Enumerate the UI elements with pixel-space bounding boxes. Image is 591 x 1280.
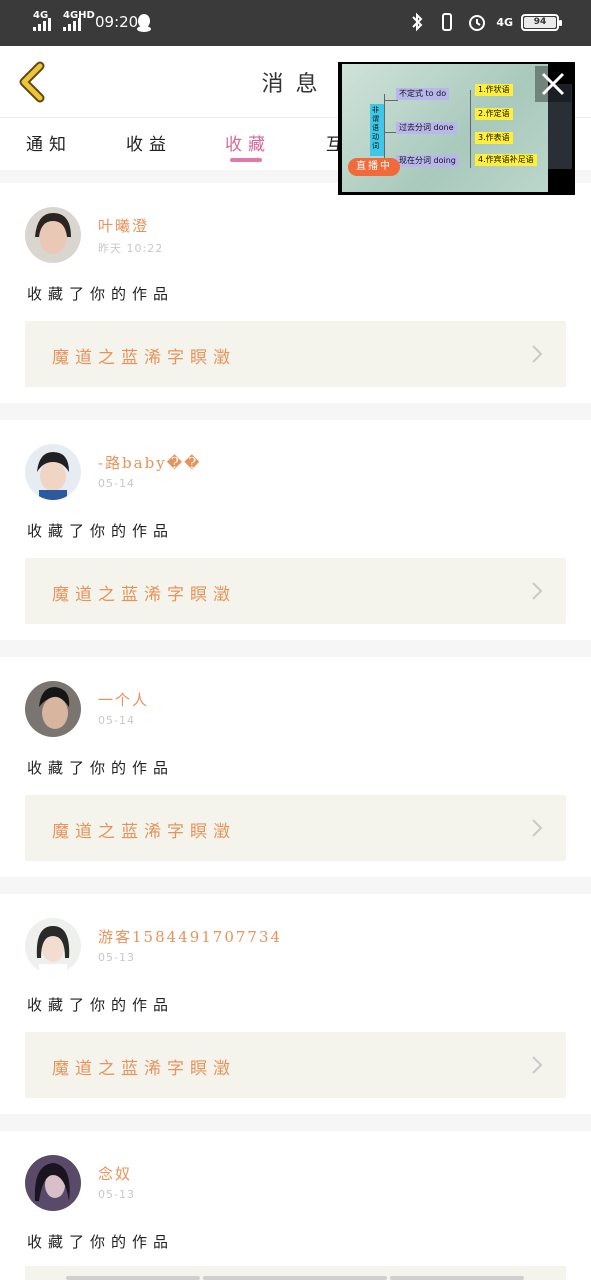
close-icon: [541, 72, 565, 96]
username[interactable]: 叶曦澄: [98, 215, 149, 236]
battery-icon: 94: [521, 13, 562, 31]
timestamp: 05-14: [98, 714, 135, 727]
signal-icon: [33, 17, 51, 31]
live-badge: 直播中: [348, 158, 400, 176]
tab-favorites[interactable]: 收藏: [225, 130, 271, 155]
chevron-right-icon: [532, 582, 543, 600]
diagram-box: 不定式 to do: [396, 88, 450, 100]
work-title: 魔道之蓝浠字瞑澂: [52, 1059, 236, 1079]
chevron-right-icon: [532, 819, 543, 837]
work-title: 魔道之蓝浠字瞑澂: [52, 348, 236, 368]
timestamp: 05-14: [98, 477, 135, 490]
work-title: 魔道之蓝浠字瞑澂: [52, 585, 236, 605]
tab-earnings[interactable]: 收益: [126, 130, 172, 155]
work-card[interactable]: 魔道之蓝浠字瞑澂: [25, 321, 566, 387]
username[interactable]: 游客1584491707734: [98, 926, 282, 947]
list-item[interactable]: 念奴 05-13 收藏了你的作品: [0, 1131, 591, 1280]
signal-icon: [63, 17, 81, 31]
action-text: 收藏了你的作品: [27, 522, 175, 540]
username[interactable]: -路baby��: [98, 452, 201, 473]
message-list: 叶曦澄 昨天 10:22 收藏了你的作品 魔道之蓝浠字瞑澂 -路baby�� 0…: [0, 170, 591, 1280]
avatar[interactable]: [25, 1155, 81, 1211]
status-bar: 4G 4GHD 09:20 4G 94: [0, 0, 591, 46]
diagram-box: 1.作状语: [475, 84, 513, 96]
diagram-box: 过去分词 done: [396, 122, 457, 134]
work-card[interactable]: 魔道之蓝浠字瞑澂: [25, 558, 566, 624]
chevron-right-icon: [532, 1056, 543, 1074]
avatar[interactable]: [25, 681, 81, 737]
list-item[interactable]: 一个人 05-14 收藏了你的作品 魔道之蓝浠字瞑澂: [0, 657, 591, 877]
work-card[interactable]: 魔道之蓝浠字瞑澂: [25, 795, 566, 861]
vibrate-icon: [436, 11, 458, 33]
username[interactable]: 念奴: [98, 1163, 132, 1184]
action-text: 收藏了你的作品: [27, 759, 175, 777]
timestamp: 昨天 10:22: [98, 242, 164, 255]
timestamp: 05-13: [98, 1188, 135, 1201]
action-text: 收藏了你的作品: [27, 285, 175, 303]
signal-4g-icon: 4G: [496, 15, 513, 29]
action-text: 收藏了你的作品: [27, 1233, 175, 1251]
tab-notifications[interactable]: 通知: [26, 130, 72, 155]
vertical-label: 非谓语动词: [370, 104, 384, 156]
diagram-box: 现在分词 doing: [396, 155, 459, 167]
qq-icon: [135, 13, 153, 37]
diagram-box: 2.作定语: [475, 108, 513, 120]
avatar[interactable]: [25, 444, 81, 500]
avatar[interactable]: [25, 918, 81, 974]
battery-level: 94: [533, 17, 547, 27]
username[interactable]: 一个人: [98, 689, 149, 710]
close-button[interactable]: [535, 66, 571, 102]
avatar[interactable]: [25, 207, 81, 263]
bluetooth-icon: [406, 11, 428, 33]
live-stream-overlay[interactable]: 非谓语动词 不定式 to do 过去分词 done 现在分词 doing 1.作…: [338, 62, 575, 195]
list-item[interactable]: -路baby�� 05-14 收藏了你的作品 魔道之蓝浠字瞑澂: [0, 420, 591, 640]
work-title: 魔道之蓝浠字瞑澂: [52, 822, 236, 842]
action-text: 收藏了你的作品: [27, 996, 175, 1014]
scroll-indicator: [66, 1276, 524, 1280]
diagram-box: 4.作宾语补足语: [475, 154, 537, 166]
list-item[interactable]: 游客1584491707734 05-13 收藏了你的作品 魔道之蓝浠字瞑澂: [0, 894, 591, 1114]
status-time: 09:20: [95, 13, 139, 31]
tab-active-indicator: [230, 158, 262, 162]
work-card[interactable]: 魔道之蓝浠字瞑澂: [25, 1032, 566, 1098]
timestamp: 05-13: [98, 951, 135, 964]
diagram-box: 3.作表语: [475, 132, 513, 144]
alarm-icon: [466, 11, 488, 33]
chevron-right-icon: [532, 345, 543, 363]
list-item[interactable]: 叶曦澄 昨天 10:22 收藏了你的作品 魔道之蓝浠字瞑澂: [0, 183, 591, 403]
